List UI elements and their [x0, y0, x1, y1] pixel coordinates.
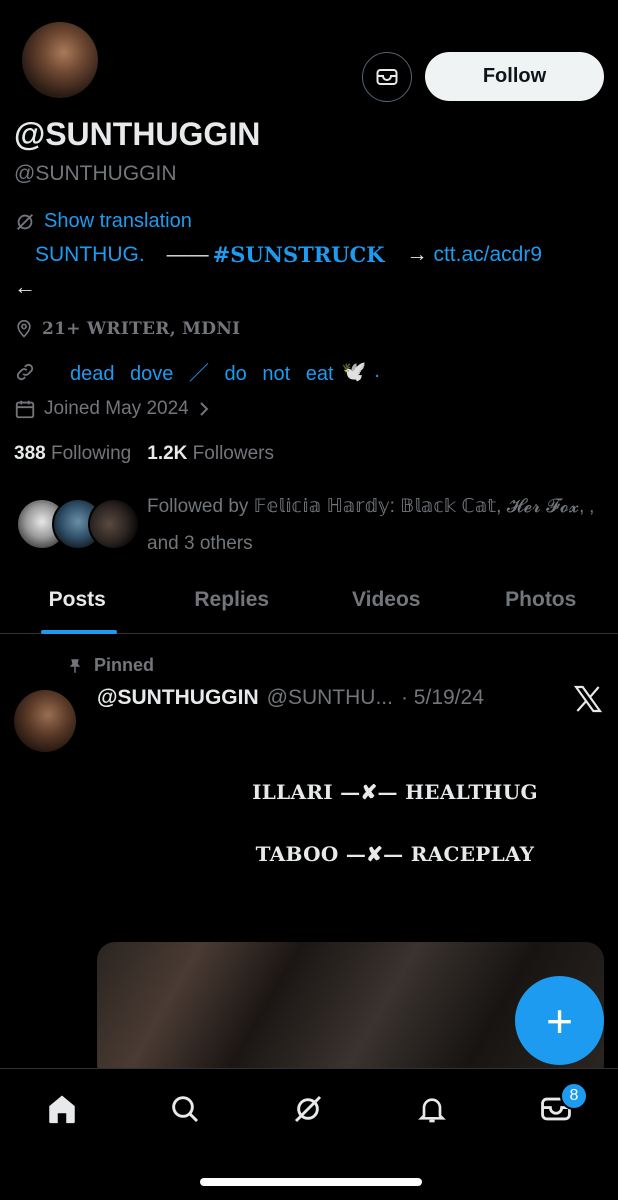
plus-icon: + — [546, 994, 573, 1047]
home-indicator[interactable] — [200, 1178, 422, 1186]
bio-arrow: → — [406, 242, 428, 266]
followed-by-text[interactable]: Followed by 𝔽𝕖𝕝𝕚𝕔𝕚𝕒 ℍ𝕒𝕣𝕕𝕪: 𝔹𝕝𝕒𝕔𝕜 ℂ𝕒𝕥, 𝓗𝓮… — [147, 488, 607, 562]
bio-link[interactable]: ctt.ac/acdr9 — [433, 243, 542, 267]
followers-count: 1.2K — [147, 443, 188, 464]
follow-button[interactable]: Follow — [425, 52, 604, 101]
followers-count-link[interactable]: 1.2K Followers — [147, 443, 274, 465]
website-row[interactable]: dead dove ／ do not eat 🕊️ . — [14, 357, 380, 386]
home-icon[interactable] — [42, 1089, 82, 1129]
following-label: Following — [50, 443, 132, 464]
tab-posts[interactable]: Posts — [0, 578, 155, 634]
joined-row[interactable]: Joined May 2024 — [14, 398, 211, 420]
grok-icon[interactable] — [288, 1089, 328, 1129]
pin-icon — [69, 658, 81, 673]
follower-avatar — [88, 498, 140, 550]
following-count-link[interactable]: 388 Following — [14, 443, 131, 465]
followers-label: Followers — [192, 443, 274, 464]
followed-by-avatars[interactable] — [16, 498, 140, 552]
website-period: . — [374, 360, 380, 382]
bio-dash: —— — [166, 242, 209, 266]
search-icon[interactable] — [165, 1089, 205, 1129]
location-pin-icon — [17, 319, 31, 338]
link-icon — [16, 363, 34, 380]
x-logo-icon — [573, 685, 603, 713]
following-count: 388 — [14, 443, 46, 464]
bio-line-1: SUNTHUG. —— #SUNSTRUCK → ctt.ac/acdr9 — [35, 242, 542, 267]
profile-avatar[interactable] — [22, 22, 98, 98]
envelope-icon — [376, 69, 398, 85]
post-header: @SUNTHUGGIN @SUNTHU... · 5/19/24 — [97, 686, 484, 710]
profile-tabs: Posts Replies Videos Photos — [0, 578, 618, 634]
tab-replies[interactable]: Replies — [155, 578, 310, 633]
profile-handle: @SUNTHUGGIN — [14, 162, 177, 185]
post-text-line-1: ILLARI —✘— HEALTHUG — [252, 780, 538, 804]
notifications-icon[interactable] — [412, 1089, 452, 1129]
calendar-icon — [15, 400, 35, 419]
message-button[interactable] — [362, 52, 412, 102]
post-author-name[interactable]: @SUNTHUGGIN — [97, 686, 259, 710]
bio-hashtag[interactable]: #SUNSTRUCK — [213, 242, 385, 267]
post-author-handle[interactable]: @SUNTHU... — [267, 686, 393, 710]
tab-photos[interactable]: Photos — [464, 578, 618, 633]
display-name: @SUNTHUGGIN — [14, 116, 261, 152]
pinned-label: Pinned — [94, 655, 155, 675]
bio-back-arrow: ← — [14, 274, 36, 299]
dove-emoji: 🕊️ — [341, 361, 367, 383]
bio-prefix: SUNTHUG. — [35, 242, 145, 266]
post-author-avatar[interactable] — [14, 690, 76, 752]
chevron-right-icon — [200, 402, 209, 416]
show-translation-link[interactable]: Show translation — [14, 210, 192, 233]
website-text[interactable]: dead dove ／ do not eat — [70, 357, 334, 386]
compose-button[interactable]: + — [515, 976, 604, 1065]
post-text-line-2: TABOO —✘— RACEPLAY — [255, 842, 535, 866]
joined-text: Joined May 2024 — [44, 398, 189, 419]
translate-icon — [17, 213, 33, 230]
location-text: 21+ WRITER, MDNI — [42, 319, 241, 339]
show-translation-label: Show translation — [44, 210, 192, 232]
location-row: 21+ WRITER, MDNI — [14, 318, 240, 340]
messages-badge: 8 — [560, 1082, 588, 1110]
follow-counts: 388 Following 1.2K Followers — [14, 443, 274, 465]
pinned-indicator: Pinned — [66, 655, 154, 676]
tab-videos[interactable]: Videos — [309, 578, 464, 633]
post-date[interactable]: · 5/19/24 — [401, 686, 484, 710]
